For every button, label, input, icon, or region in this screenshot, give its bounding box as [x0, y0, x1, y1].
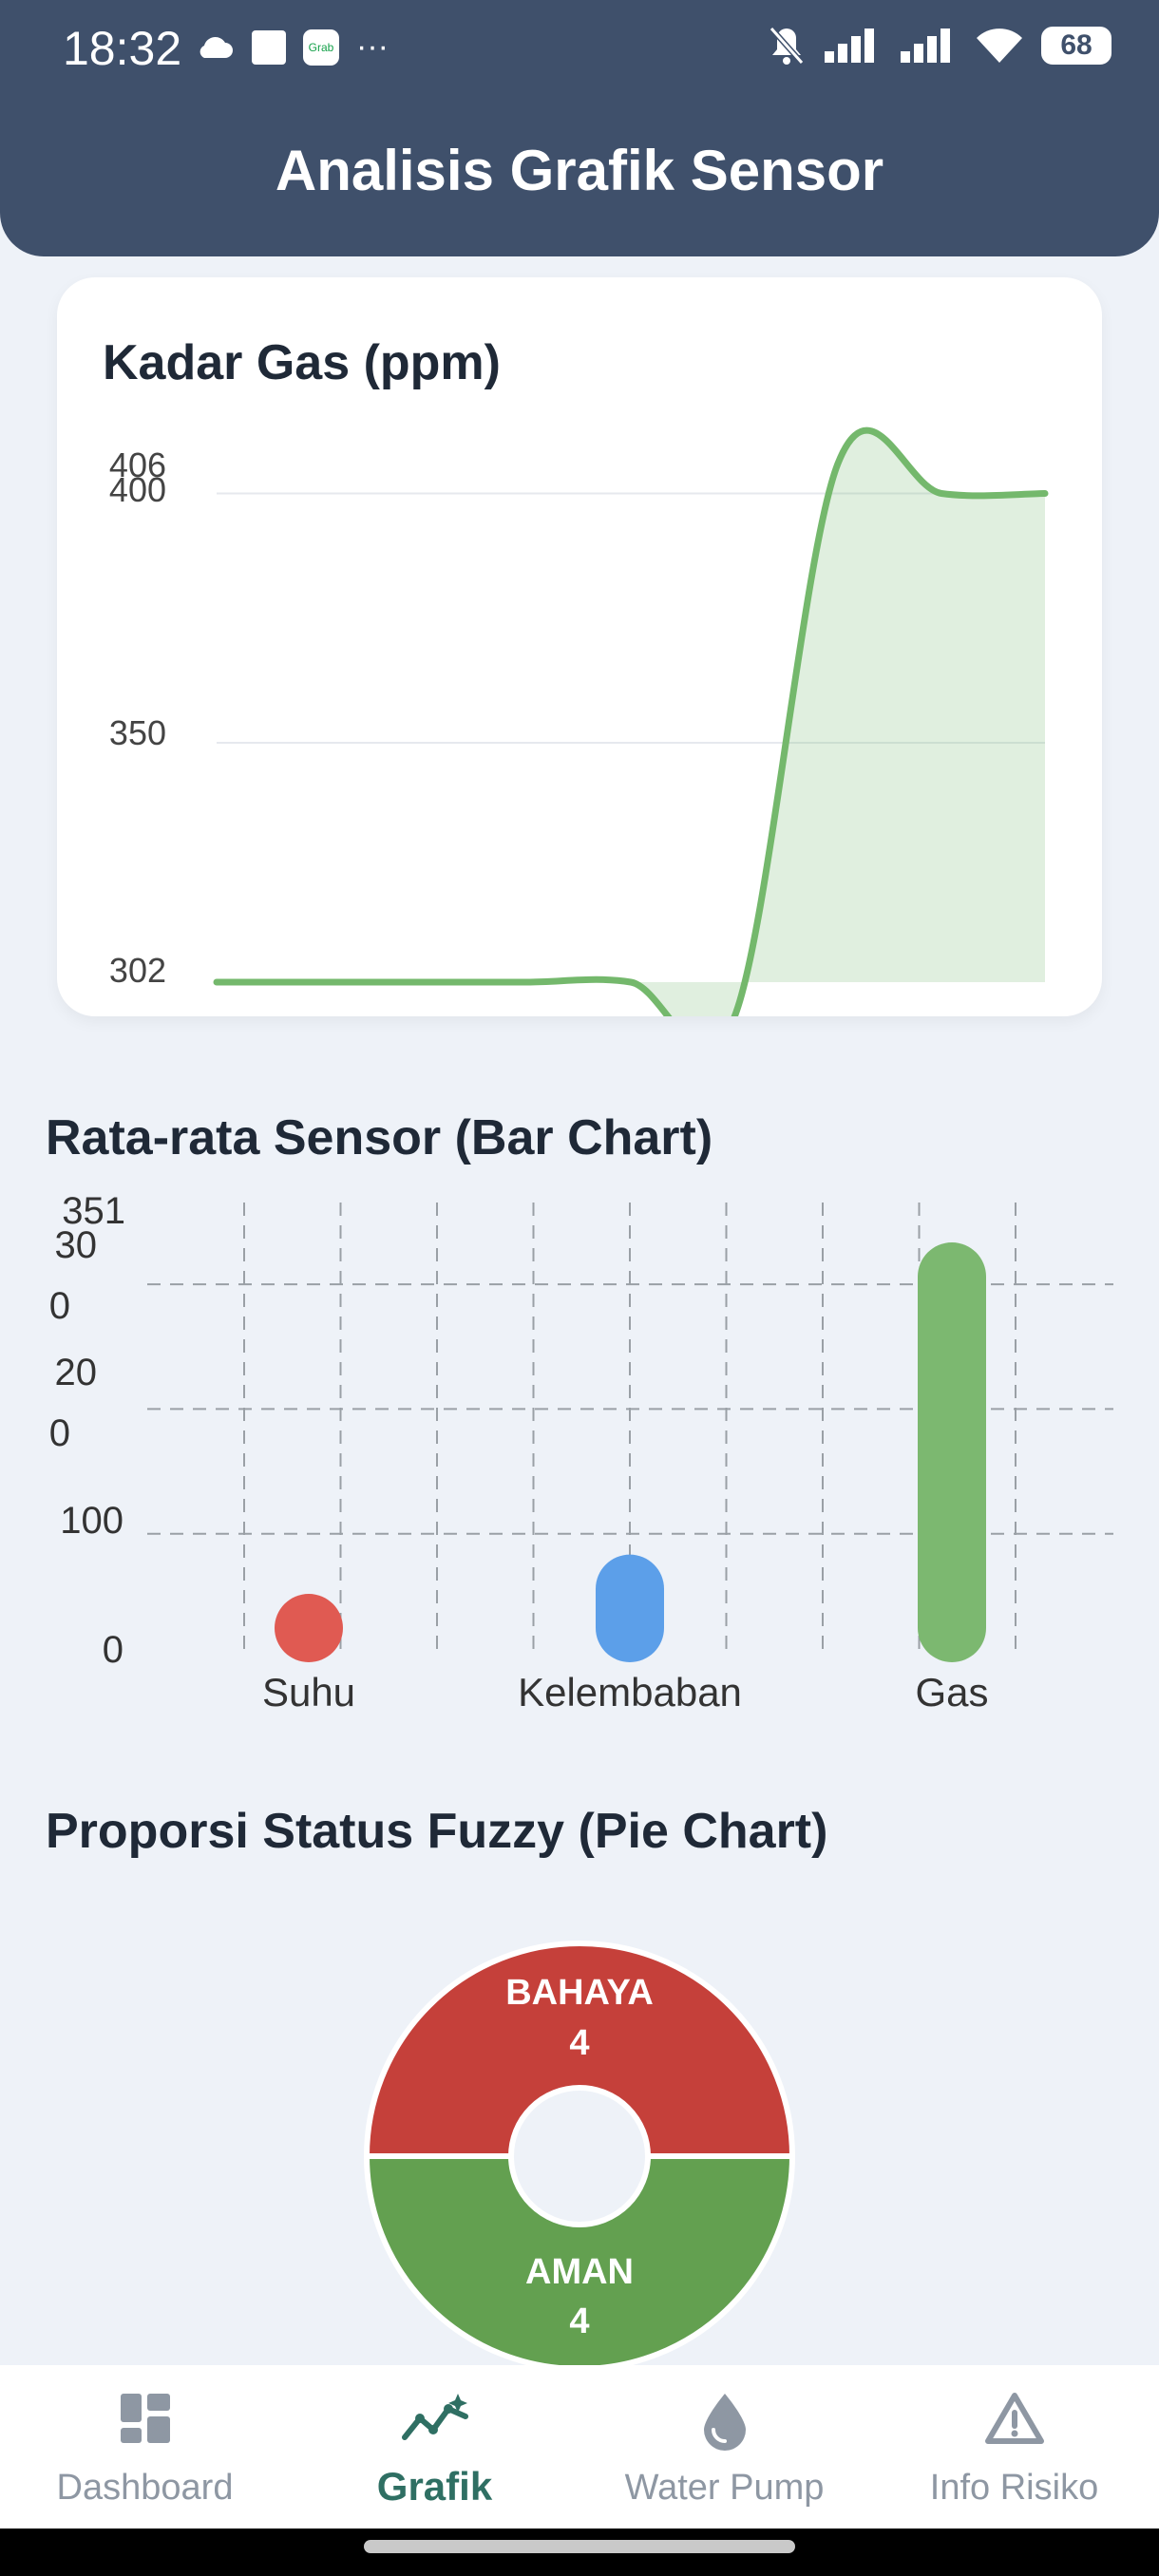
bar-kelembaban: [596, 1554, 664, 1662]
mute-icon: [769, 27, 805, 65]
pie-label-aman: AMAN: [525, 2252, 634, 2292]
bar-label-suhu: Suhu: [262, 1670, 355, 1710]
warning-icon: [984, 2393, 1044, 2444]
nav-grafik[interactable]: Grafik: [290, 2365, 580, 2529]
nav-dashboard-label: Dashboard: [56, 2468, 234, 2508]
dashboard-icon: [120, 2394, 170, 2443]
bar-ytick-0c: 0: [103, 1629, 124, 1671]
more-notifications-icon: ···: [356, 28, 389, 65]
bar-chart: 351 30 0 20 0 100 0 Suhu Kelembaban Gas: [49, 1190, 1113, 1710]
battery-icon: 68: [1041, 27, 1112, 65]
pie-chart-title: Proporsi Status Fuzzy (Pie Chart): [46, 1804, 828, 1859]
nav-info-risiko[interactable]: Info Risiko: [869, 2365, 1159, 2529]
bar-ytick-20: 20: [55, 1352, 98, 1393]
bar-ytick-100: 100: [60, 1500, 124, 1542]
signal-icon-2: [901, 28, 950, 63]
status-bar: 18:32 Grab ··· 68: [0, 0, 1159, 104]
bar-label-kelembaban: Kelembaban: [518, 1670, 742, 1710]
bar-suhu: [275, 1594, 343, 1662]
signal-icon: [825, 28, 874, 63]
gas-area-fill: [217, 430, 1045, 1016]
pie-chart: BAHAYA 4 AMAN 4: [363, 1941, 796, 2365]
nav-grafik-label: Grafik: [376, 2464, 493, 2509]
gas-ytick-400: 400: [109, 470, 166, 509]
nav-dashboard[interactable]: Dashboard: [0, 2365, 290, 2529]
nav-water-pump-label: Water Pump: [624, 2468, 825, 2508]
water-drop-icon: [703, 2394, 746, 2451]
notification-square-icon: [252, 29, 286, 65]
bar-label-gas: Gas: [915, 1670, 988, 1710]
bar-gas: [918, 1242, 986, 1662]
pie-count-bahaya: 4: [569, 2023, 589, 2063]
bar-ytick-0b: 0: [49, 1412, 70, 1454]
wifi-icon: [977, 28, 1022, 63]
gas-line-chart: 406 400 350 302: [109, 426, 1049, 1016]
page-title: Analisis Grafik Sensor: [275, 139, 884, 202]
app-header: 18:32 Grab ··· 68 Analisis Grafik Sensor: [0, 0, 1159, 256]
pie-count-aman: 4: [569, 2301, 589, 2341]
gas-ytick-350: 350: [109, 713, 166, 752]
bottom-navigation: Dashboard Grafik Water Pump Info Risiko: [0, 2365, 1159, 2529]
status-time: 18:32: [63, 22, 182, 75]
nav-info-risiko-label: Info Risiko: [929, 2468, 1099, 2508]
cloud-icon: [200, 36, 233, 58]
gas-ytick-302: 302: [109, 951, 166, 990]
home-indicator[interactable]: [364, 2540, 795, 2553]
bar-ytick-30: 30: [55, 1224, 98, 1266]
bar-ytick-0a: 0: [49, 1285, 70, 1327]
grab-app-icon: Grab: [303, 28, 339, 66]
chart-icon: [401, 2394, 468, 2440]
bar-chart-title: Rata-rata Sensor (Bar Chart): [46, 1110, 713, 1165]
gas-chart-card: Kadar Gas (ppm) 406 400 350 302: [57, 277, 1102, 1016]
nav-water-pump[interactable]: Water Pump: [580, 2365, 869, 2529]
pie-label-bahaya: BAHAYA: [505, 1973, 654, 2013]
